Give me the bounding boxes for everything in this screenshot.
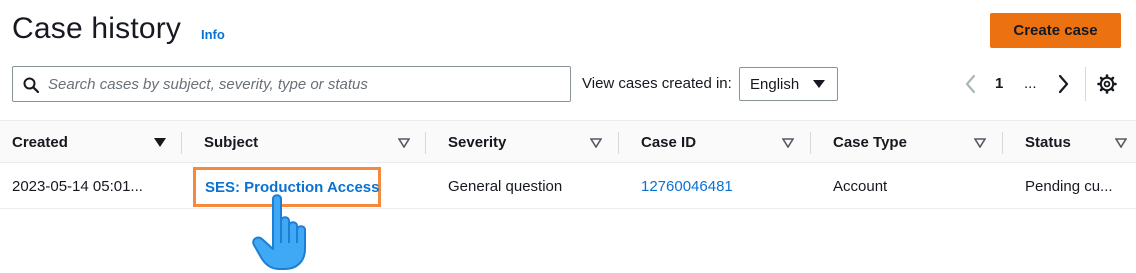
page-number[interactable]: 1 bbox=[995, 75, 1003, 92]
chevron-right-icon[interactable] bbox=[1053, 72, 1073, 96]
hand-pointer-icon bbox=[252, 194, 306, 270]
column-divider bbox=[181, 132, 182, 154]
view-cases-label: View cases created in: bbox=[582, 75, 732, 92]
table-header: Created Subject Severity Case ID Case Ty… bbox=[0, 120, 1136, 163]
divider bbox=[1085, 67, 1086, 101]
sort-caret-icon[interactable] bbox=[782, 138, 794, 148]
column-header-severity[interactable]: Severity bbox=[448, 121, 618, 164]
case-id-link[interactable]: 12760046481 bbox=[641, 178, 733, 195]
search-icon bbox=[23, 77, 39, 93]
column-header-subject[interactable]: Subject bbox=[204, 121, 424, 164]
language-select-value: English bbox=[750, 76, 800, 93]
column-header-case-id[interactable]: Case ID bbox=[641, 121, 811, 164]
cell-case-type: Account bbox=[833, 178, 888, 195]
column-header-created[interactable]: Created bbox=[12, 121, 182, 164]
gear-icon[interactable] bbox=[1097, 74, 1117, 94]
create-case-button[interactable]: Create case bbox=[990, 13, 1121, 48]
sort-caret-icon[interactable] bbox=[590, 138, 602, 148]
sort-caret-icon[interactable] bbox=[1115, 138, 1127, 148]
column-divider bbox=[425, 132, 426, 154]
cell-created: 2023-05-14 05:01... bbox=[12, 178, 143, 195]
info-link[interactable]: Info bbox=[201, 27, 225, 42]
language-select[interactable]: English bbox=[739, 67, 838, 101]
search-input[interactable] bbox=[48, 67, 563, 101]
page-title: Case history bbox=[12, 12, 182, 45]
column-divider bbox=[1002, 132, 1003, 154]
sort-caret-icon[interactable] bbox=[154, 138, 166, 147]
pagination-ellipsis: ... bbox=[1024, 75, 1037, 92]
column-header-case-type[interactable]: Case Type bbox=[833, 121, 1003, 164]
search-box[interactable] bbox=[12, 66, 571, 102]
sort-caret-icon[interactable] bbox=[398, 138, 410, 148]
cell-severity: General question bbox=[448, 178, 563, 195]
caret-down-icon bbox=[813, 80, 825, 88]
column-divider bbox=[810, 132, 811, 154]
chevron-left-icon[interactable] bbox=[961, 72, 981, 96]
cell-status: Pending cu... bbox=[1025, 178, 1113, 195]
table-row: 2023-05-14 05:01... General question 127… bbox=[0, 163, 1136, 209]
column-divider bbox=[618, 132, 619, 154]
column-header-status[interactable]: Status bbox=[1025, 121, 1130, 164]
sort-caret-icon[interactable] bbox=[974, 138, 986, 148]
